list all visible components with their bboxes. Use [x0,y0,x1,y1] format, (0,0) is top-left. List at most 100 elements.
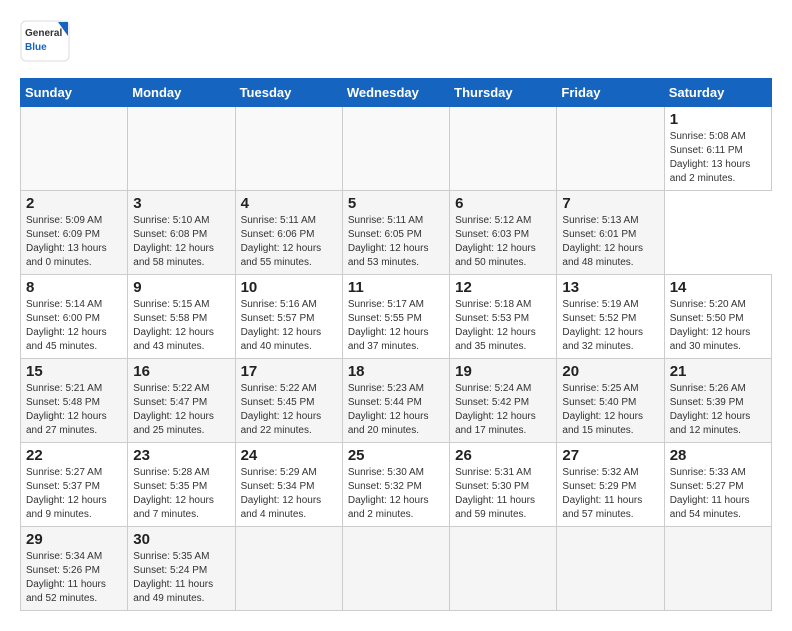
calendar-week-4: 15 Sunrise: 5:21 AMSunset: 5:48 PMDayligh… [21,359,772,443]
calendar-cell: 19 Sunrise: 5:24 AMSunset: 5:42 PMDayligh… [450,359,557,443]
svg-text:Blue: Blue [25,42,47,53]
day-info: Sunrise: 5:23 AMSunset: 5:44 PMDaylight:… [348,382,444,438]
calendar-table: SundayMondayTuesdayWednesdayThursdayFrid… [20,78,772,611]
day-number: 14 [670,279,766,296]
day-number: 12 [455,279,551,296]
calendar-cell [342,107,449,191]
calendar-cell: 28Sunrise: 5:33 AMSunset: 5:27 PMDayligh… [664,443,771,527]
day-number: 1 [670,111,766,128]
day-number: 30 [133,531,229,548]
day-number: 15 [26,363,122,380]
header-cell-wednesday: Wednesday [342,79,449,107]
day-info: Sunrise: 5:15 AMSunset: 5:58 PMDaylight:… [133,298,229,354]
calendar-cell: 9 Sunrise: 5:15 AMSunset: 5:58 PMDaylight… [128,275,235,359]
day-info: Sunrise: 5:22 AMSunset: 5:45 PMDaylight:… [241,382,337,438]
logo-svg: General Blue [20,20,70,62]
day-info: Sunrise: 5:16 AMSunset: 5:57 PMDaylight:… [241,298,337,354]
calendar-cell [235,527,342,611]
day-info: Sunrise: 5:09 AMSunset: 6:09 PMDaylight:… [26,214,122,270]
day-info: Sunrise: 5:18 AMSunset: 5:53 PMDaylight:… [455,298,551,354]
day-number: 25 [348,447,444,464]
calendar-cell: 4Sunrise: 5:11 AMSunset: 6:06 PMDaylight… [235,191,342,275]
day-number: 13 [562,279,658,296]
header-cell-tuesday: Tuesday [235,79,342,107]
day-number: 5 [348,195,444,212]
calendar-cell [235,107,342,191]
day-info: Sunrise: 5:11 AMSunset: 6:05 PMDaylight:… [348,214,444,270]
day-number: 11 [348,279,444,296]
day-number: 3 [133,195,229,212]
day-info: Sunrise: 5:30 AMSunset: 5:32 PMDaylight:… [348,466,444,522]
day-info: Sunrise: 5:24 AMSunset: 5:42 PMDaylight:… [455,382,551,438]
day-number: 20 [562,363,658,380]
calendar-cell: 16 Sunrise: 5:22 AMSunset: 5:47 PMDayligh… [128,359,235,443]
day-info: Sunrise: 5:12 AMSunset: 6:03 PMDaylight:… [455,214,551,270]
page-header: General Blue [20,20,772,62]
calendar-cell: 3 Sunrise: 5:10 AMSunset: 6:08 PMDaylight… [128,191,235,275]
day-number: 21 [670,363,766,380]
calendar-cell: 20 Sunrise: 5:25 AMSunset: 5:40 PMDayligh… [557,359,664,443]
day-info: Sunrise: 5:32 AMSunset: 5:29 PMDaylight:… [562,466,658,522]
day-number: 19 [455,363,551,380]
calendar-header: SundayMondayTuesdayWednesdayThursdayFrid… [21,79,772,107]
day-number: 28 [670,447,766,464]
header-cell-saturday: Saturday [664,79,771,107]
day-info: Sunrise: 5:26 AMSunset: 5:39 PMDaylight:… [670,382,766,438]
day-info: Sunrise: 5:10 AMSunset: 6:08 PMDaylight:… [133,214,229,270]
day-number: 7 [562,195,658,212]
calendar-week-1: 1 Sunrise: 5:08 AMSunset: 6:11 PMDaylight… [21,107,772,191]
calendar-cell [128,107,235,191]
calendar-cell: 14 Sunrise: 5:20 AMSunset: 5:50 PMDayligh… [664,275,771,359]
calendar-cell: 21 Sunrise: 5:26 AMSunset: 5:39 PMDayligh… [664,359,771,443]
calendar-cell [21,107,128,191]
day-info: Sunrise: 5:22 AMSunset: 5:47 PMDaylight:… [133,382,229,438]
day-info: Sunrise: 5:28 AMSunset: 5:35 PMDaylight:… [133,466,229,522]
day-number: 27 [562,447,658,464]
day-number: 18 [348,363,444,380]
day-info: Sunrise: 5:35 AMSunset: 5:24 PMDaylight:… [133,550,229,606]
day-number: 6 [455,195,551,212]
calendar-cell: 23 Sunrise: 5:28 AMSunset: 5:35 PMDayligh… [128,443,235,527]
calendar-cell: 17 Sunrise: 5:22 AMSunset: 5:45 PMDayligh… [235,359,342,443]
day-number: 9 [133,279,229,296]
calendar-cell [557,527,664,611]
calendar-cell [664,527,771,611]
day-number: 29 [26,531,122,548]
day-info: Sunrise: 5:25 AMSunset: 5:40 PMDaylight:… [562,382,658,438]
calendar-cell: 30 Sunrise: 5:35 AMSunset: 5:24 PMDayligh… [128,527,235,611]
calendar-cell: 27 Sunrise: 5:32 AMSunset: 5:29 PMDayligh… [557,443,664,527]
calendar-week-6: 29 Sunrise: 5:34 AMSunset: 5:26 PMDayligh… [21,527,772,611]
calendar-body: 1 Sunrise: 5:08 AMSunset: 6:11 PMDaylight… [21,107,772,611]
day-number: 23 [133,447,229,464]
header-row: SundayMondayTuesdayWednesdayThursdayFrid… [21,79,772,107]
day-info: Sunrise: 5:20 AMSunset: 5:50 PMDaylight:… [670,298,766,354]
day-info: Sunrise: 5:13 AMSunset: 6:01 PMDaylight:… [562,214,658,270]
calendar-cell: 1 Sunrise: 5:08 AMSunset: 6:11 PMDaylight… [664,107,771,191]
calendar-cell: 6 Sunrise: 5:12 AMSunset: 6:03 PMDaylight… [450,191,557,275]
day-info: Sunrise: 5:21 AMSunset: 5:48 PMDaylight:… [26,382,122,438]
calendar-cell: 25 Sunrise: 5:30 AMSunset: 5:32 PMDayligh… [342,443,449,527]
calendar-cell: 15 Sunrise: 5:21 AMSunset: 5:48 PMDayligh… [21,359,128,443]
calendar-cell: 11Sunrise: 5:17 AMSunset: 5:55 PMDayligh… [342,275,449,359]
calendar-cell: 26Sunrise: 5:31 AMSunset: 5:30 PMDayligh… [450,443,557,527]
logo: General Blue [20,20,70,62]
calendar-week-3: 8 Sunrise: 5:14 AMSunset: 6:00 PMDaylight… [21,275,772,359]
day-info: Sunrise: 5:08 AMSunset: 6:11 PMDaylight:… [670,130,766,186]
calendar-cell: 2Sunrise: 5:09 AMSunset: 6:09 PMDaylight… [21,191,128,275]
day-info: Sunrise: 5:14 AMSunset: 6:00 PMDaylight:… [26,298,122,354]
header-cell-thursday: Thursday [450,79,557,107]
day-info: Sunrise: 5:34 AMSunset: 5:26 PMDaylight:… [26,550,122,606]
day-info: Sunrise: 5:11 AMSunset: 6:06 PMDaylight:… [241,214,337,270]
day-number: 17 [241,363,337,380]
day-number: 26 [455,447,551,464]
calendar-cell: 29 Sunrise: 5:34 AMSunset: 5:26 PMDayligh… [21,527,128,611]
day-number: 24 [241,447,337,464]
header-cell-friday: Friday [557,79,664,107]
calendar-cell [450,107,557,191]
calendar-week-2: 2Sunrise: 5:09 AMSunset: 6:09 PMDaylight… [21,191,772,275]
day-number: 16 [133,363,229,380]
day-number: 8 [26,279,122,296]
calendar-cell: 5 Sunrise: 5:11 AMSunset: 6:05 PMDaylight… [342,191,449,275]
svg-text:General: General [25,28,62,39]
calendar-cell: 10Sunrise: 5:16 AMSunset: 5:57 PMDayligh… [235,275,342,359]
